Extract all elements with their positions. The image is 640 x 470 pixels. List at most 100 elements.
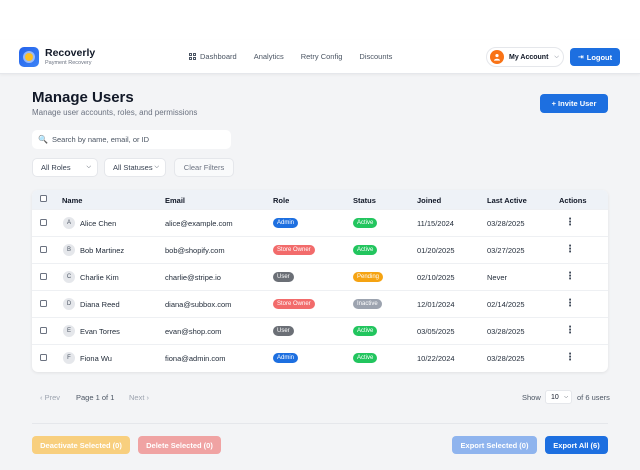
avatar: D: [63, 298, 75, 310]
top-strip: [0, 0, 640, 40]
nav-retry-config-label: Retry Config: [300, 52, 343, 61]
nav-dashboard[interactable]: Dashboard: [189, 52, 237, 61]
avatar: F: [63, 352, 75, 364]
brand-name: Recoverly: [45, 47, 96, 59]
page-title: Manage Users: [32, 89, 134, 106]
next-page-button[interactable]: Next ›: [129, 393, 149, 402]
export-selected-button[interactable]: Export Selected (0): [452, 436, 537, 454]
search-icon: 🔍: [38, 135, 48, 144]
per-page-select[interactable]: 10 ⌵: [545, 390, 572, 404]
user-email: alice@example.com: [165, 219, 233, 228]
role-badge: User: [273, 326, 294, 336]
joined-date: 12/01/2024: [417, 300, 455, 309]
last-active: 02/14/2025: [487, 300, 525, 309]
row-checkbox[interactable]: [40, 219, 47, 226]
brand-logo-icon: [19, 47, 39, 67]
table-row[interactable]: F Fiona Wu fiona@admin.com Admin Active …: [32, 344, 608, 371]
table-row[interactable]: B Bob Martinez bob@shopify.com Store Own…: [32, 236, 608, 263]
user-email: diana@subbox.com: [165, 300, 232, 309]
more-actions-icon[interactable]: ⋮: [565, 244, 575, 255]
account-label: My Account: [509, 53, 549, 61]
nav-retry-config[interactable]: Retry Config: [301, 52, 343, 61]
select-all-checkbox[interactable]: [40, 195, 47, 202]
export-all-button[interactable]: Export All (6): [545, 436, 608, 454]
header-name: Name: [62, 196, 83, 205]
nav-analytics-label: Analytics: [253, 52, 284, 61]
search-placeholder: Search by name, email, or ID: [51, 135, 150, 144]
logout-button[interactable]: ⇥ Logout: [570, 48, 620, 66]
clear-filters-button[interactable]: Clear Filters: [174, 158, 234, 177]
deactivate-selected-button[interactable]: Deactivate Selected (0): [32, 436, 130, 454]
header-email: Email: [165, 196, 186, 205]
status-badge: Active: [353, 245, 378, 255]
role-badge: Store Owner: [273, 245, 315, 255]
user-name: Diana Reed: [80, 300, 120, 309]
status-badge: Pending: [353, 272, 384, 282]
brand[interactable]: Recoverly Payment Recovery: [19, 47, 95, 67]
row-checkbox[interactable]: [40, 354, 47, 361]
joined-date: 03/05/2025: [417, 327, 455, 336]
delete-selected-button[interactable]: Delete Selected (0): [138, 436, 221, 454]
chevron-down-icon: ⌵: [86, 164, 91, 170]
joined-date: 10/22/2024: [417, 354, 455, 363]
header-status: Status: [353, 196, 376, 205]
role-filter-select[interactable]: All Roles ⌵: [32, 158, 98, 177]
user-name: Bob Martinez: [80, 246, 125, 255]
user-email: fiona@admin.com: [165, 354, 226, 363]
row-checkbox[interactable]: [40, 246, 47, 253]
grid-icon: [189, 53, 196, 60]
nav-discounts[interactable]: Discounts: [359, 52, 392, 61]
more-actions-icon[interactable]: ⋮: [565, 325, 575, 336]
account-menu[interactable]: My Account ⌵: [486, 47, 564, 67]
nav-dashboard-label: Dashboard: [200, 52, 237, 61]
page-subtitle: Manage user accounts, roles, and permiss…: [32, 108, 198, 117]
table-row[interactable]: E Evan Torres evan@shop.com User Active …: [32, 317, 608, 344]
row-checkbox[interactable]: [40, 327, 47, 334]
user-email: charlie@stripe.io: [165, 273, 221, 282]
more-actions-icon[interactable]: ⋮: [565, 352, 575, 363]
header-last-active: Last Active: [487, 196, 527, 205]
user-name: Alice Chen: [80, 219, 117, 228]
navbar: Recoverly Payment Recovery Dashboard Ana…: [0, 40, 640, 74]
row-checkbox[interactable]: [40, 273, 47, 280]
header-actions: Actions: [559, 196, 587, 205]
role-badge: Admin: [273, 353, 299, 363]
joined-date: 02/10/2025: [417, 273, 455, 282]
more-actions-icon[interactable]: ⋮: [565, 298, 575, 309]
show-label: Show: [522, 393, 541, 402]
nav-analytics[interactable]: Analytics: [254, 52, 284, 61]
header-joined: Joined: [417, 196, 442, 205]
header-role: Role: [273, 196, 290, 205]
user-email: evan@shop.com: [165, 327, 222, 336]
status-badge: Active: [353, 353, 378, 363]
more-actions-icon[interactable]: ⋮: [565, 271, 575, 282]
last-active: 03/27/2025: [487, 246, 525, 255]
row-checkbox[interactable]: [40, 300, 47, 307]
more-actions-icon[interactable]: ⋮: [565, 217, 575, 228]
user-avatar-icon: [490, 50, 504, 64]
role-badge: Store Owner: [273, 299, 315, 309]
status-filter-select[interactable]: All Statuses ⌵: [104, 158, 166, 177]
brand-subtitle: Payment Recovery: [45, 59, 92, 66]
last-active: 03/28/2025: [487, 354, 525, 363]
last-active: 03/28/2025: [487, 219, 525, 228]
table-row[interactable]: D Diana Reed diana@subbox.com Store Owne…: [32, 290, 608, 317]
invite-user-button[interactable]: + Invite User: [540, 94, 608, 113]
table-row[interactable]: C Charlie Kim charlie@stripe.io User Pen…: [32, 263, 608, 290]
chevron-down-icon: ⌵: [554, 53, 559, 60]
user-email: bob@shopify.com: [165, 246, 225, 255]
users-table: Name Email Role Status Joined Last Activ…: [32, 190, 608, 372]
status-badge: Inactive: [353, 299, 382, 309]
table-row[interactable]: A Alice Chen alice@example.com Admin Act…: [32, 209, 608, 236]
role-badge: Admin: [273, 218, 299, 228]
avatar: B: [63, 244, 75, 256]
status-badge: Active: [353, 218, 378, 228]
search-input[interactable]: 🔍 Search by name, email, or ID: [32, 130, 231, 149]
logout-icon: ⇥: [577, 54, 584, 61]
per-page-value: 10: [551, 393, 559, 401]
user-name: Fiona Wu: [80, 354, 112, 363]
table-header: Name Email Role Status Joined Last Activ…: [32, 190, 608, 209]
role-filter-value: All Roles: [41, 163, 71, 172]
prev-page-button[interactable]: ‹ Prev: [40, 393, 60, 402]
logout-label: Logout: [586, 52, 613, 62]
